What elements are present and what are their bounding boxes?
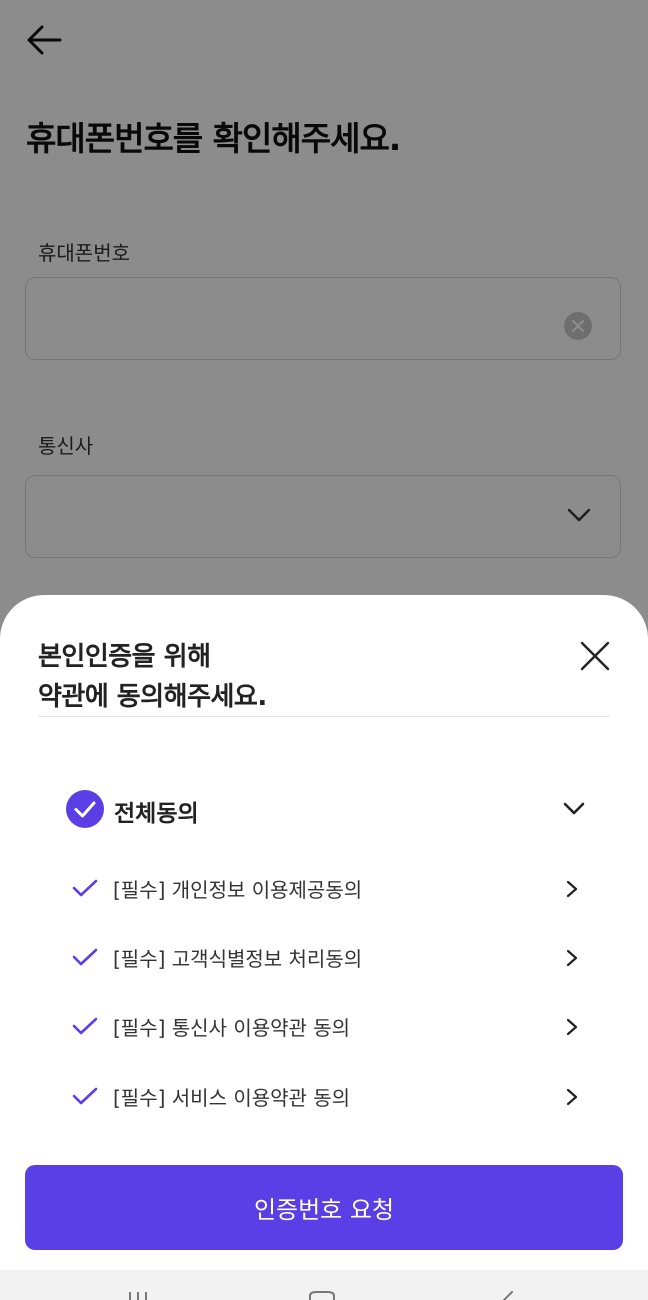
sheet-title-line1: 본인인증을 위해 bbox=[38, 642, 211, 672]
term-row-carrier-terms[interactable]: [필수] 통신사 이용약관 동의 bbox=[72, 1010, 584, 1044]
term-row-service-terms[interactable]: [필수] 서비스 이용약관 동의 bbox=[72, 1080, 584, 1114]
check-circle-icon[interactable] bbox=[66, 790, 104, 828]
check-icon[interactable] bbox=[72, 878, 98, 898]
check-icon[interactable] bbox=[72, 1086, 98, 1106]
term-row-customer-id[interactable]: [필수] 고객식별정보 처리동의 bbox=[72, 941, 584, 975]
term-label: [필수] 고객식별정보 처리동의 bbox=[113, 947, 363, 971]
chevron-right-icon[interactable] bbox=[566, 880, 578, 898]
home-icon[interactable] bbox=[302, 1290, 342, 1300]
chevron-right-icon[interactable] bbox=[566, 949, 578, 967]
chevron-right-icon[interactable] bbox=[566, 1088, 578, 1106]
sheet-title-line2: 약관에 동의해주세요. bbox=[38, 682, 267, 712]
chevron-right-icon[interactable] bbox=[566, 1018, 578, 1036]
request-code-button[interactable]: 인증번호 요청 bbox=[25, 1165, 623, 1250]
term-label: [필수] 서비스 이용약관 동의 bbox=[113, 1086, 351, 1110]
term-label: [필수] 개인정보 이용제공동의 bbox=[113, 878, 363, 902]
sheet-title: 본인인증을 위해 약관에 동의해주세요. bbox=[38, 637, 267, 717]
term-label: [필수] 통신사 이용약관 동의 bbox=[113, 1016, 351, 1040]
close-icon[interactable] bbox=[578, 639, 612, 673]
terms-bottom-sheet: 본인인증을 위해 약관에 동의해주세요. 전체동의 [필수] 개인정보 이용제공… bbox=[0, 595, 648, 1270]
agree-all-row[interactable]: 전체동의 bbox=[66, 790, 586, 830]
chevron-down-icon[interactable] bbox=[562, 800, 586, 818]
check-icon[interactable] bbox=[72, 1016, 98, 1036]
recent-apps-icon[interactable] bbox=[118, 1290, 158, 1300]
term-row-personal-info[interactable]: [필수] 개인정보 이용제공동의 bbox=[72, 872, 584, 906]
divider bbox=[38, 716, 610, 717]
check-icon[interactable] bbox=[72, 947, 98, 967]
system-nav-bar bbox=[0, 1270, 648, 1300]
agree-all-label: 전체동의 bbox=[114, 801, 199, 827]
back-icon[interactable] bbox=[488, 1290, 528, 1300]
